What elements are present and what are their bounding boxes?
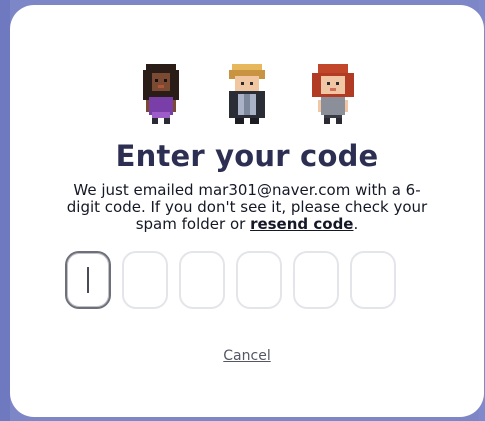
character-avatar-icon (312, 64, 354, 124)
character-avatar-icon (229, 64, 265, 124)
backdrop (0, 0, 10, 421)
code-digit-2[interactable] (122, 251, 168, 309)
instructions-suffix: . (353, 215, 359, 233)
instructions-prefix: We just emailed mar301@naver.com with a … (66, 181, 428, 233)
code-digit-3[interactable] (179, 251, 225, 309)
avatar-1 (133, 63, 189, 125)
code-input-row (65, 251, 396, 309)
cancel-link[interactable]: Cancel (10, 348, 484, 364)
avatar-row (10, 63, 484, 125)
code-digit-4[interactable] (236, 251, 282, 309)
character-avatar-icon (143, 64, 179, 124)
modal-title: Enter your code (115, 139, 379, 173)
avatar-3 (305, 63, 361, 125)
avatar-2 (219, 63, 275, 125)
text-caret (87, 267, 89, 293)
code-digit-5[interactable] (293, 251, 339, 309)
instructions-text: We just emailed mar301@naver.com with a … (60, 182, 434, 233)
code-digit-1[interactable] (65, 251, 111, 309)
code-digit-6[interactable] (350, 251, 396, 309)
verify-code-modal: Enter your code We just emailed mar301@n… (10, 5, 484, 417)
resend-code-link[interactable]: resend code (250, 215, 353, 233)
